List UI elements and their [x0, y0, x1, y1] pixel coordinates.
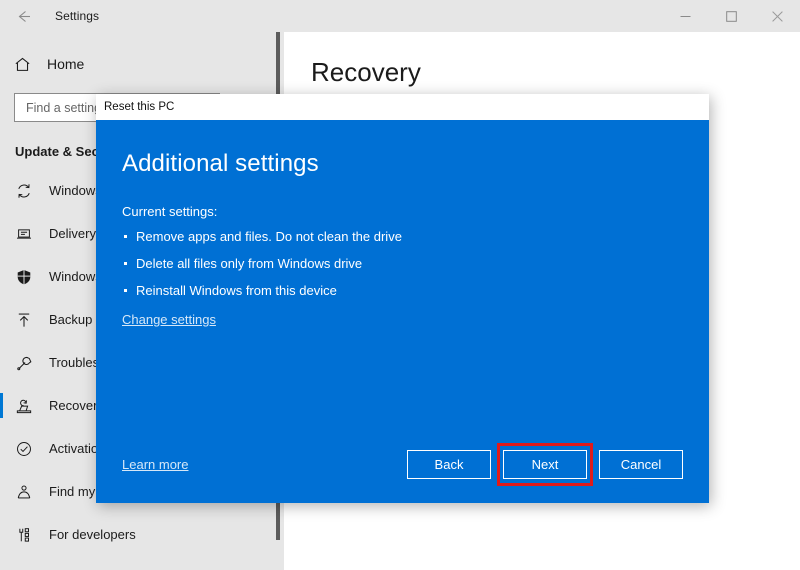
sidebar-home-label: Home [47, 56, 85, 72]
learn-more-link[interactable]: Learn more [122, 457, 188, 472]
developer-tools-icon [15, 526, 43, 544]
app-title: Settings [55, 9, 100, 23]
dialog-body: Additional settings Current settings: Re… [96, 120, 709, 503]
check-circle-icon [15, 440, 43, 458]
change-settings-link[interactable]: Change settings [122, 312, 216, 327]
maximize-button[interactable] [708, 0, 754, 32]
current-settings-label: Current settings: [122, 204, 218, 219]
wrench-icon [15, 354, 43, 372]
locate-person-icon [15, 483, 43, 501]
next-button[interactable]: Next [503, 449, 587, 479]
close-button[interactable] [754, 0, 800, 32]
sidebar-item-for-developers[interactable]: For developers [0, 513, 284, 556]
cancel-button-wrap: Cancel [599, 449, 683, 479]
sync-refresh-icon [15, 182, 43, 200]
window-titlebar: Settings [0, 0, 800, 32]
laptop-delivery-icon [15, 225, 43, 243]
back-button-wrap: Back [407, 449, 491, 479]
sidebar-item-label: Backup [49, 312, 93, 327]
settings-window: Settings Home Find a setting Update & Se… [0, 0, 800, 570]
list-item: Delete all files only from Windows drive [122, 256, 683, 271]
window-controls [662, 0, 800, 32]
list-item: Reinstall Windows from this device [122, 283, 683, 298]
dialog-heading: Additional settings [122, 150, 319, 177]
current-settings-list: Remove apps and files. Do not clean the … [122, 229, 683, 298]
back-arrow-icon[interactable] [0, 0, 46, 32]
dialog-button-group: Back Next Cancel [407, 442, 683, 486]
dialog-titlebar: Reset this PC [96, 94, 709, 120]
page-title: Recovery [311, 57, 421, 87]
dialog-footer: Learn more Back Next Cancel [96, 425, 709, 503]
cancel-button[interactable]: Cancel [599, 449, 683, 479]
recovery-icon [15, 397, 43, 415]
shield-icon [15, 268, 43, 286]
sidebar-item-label: For developers [49, 527, 136, 542]
upload-arrow-icon [15, 311, 43, 329]
minimize-button[interactable] [662, 0, 708, 32]
dialog-title: Reset this PC [104, 101, 175, 113]
sidebar-item-home[interactable]: Home [0, 42, 284, 86]
home-icon [13, 55, 43, 74]
back-button[interactable]: Back [407, 449, 491, 479]
list-item: Remove apps and files. Do not clean the … [122, 229, 683, 244]
next-button-wrap: Next [497, 442, 593, 486]
reset-this-pc-dialog: Reset this PC Additional settings Curren… [96, 94, 709, 503]
